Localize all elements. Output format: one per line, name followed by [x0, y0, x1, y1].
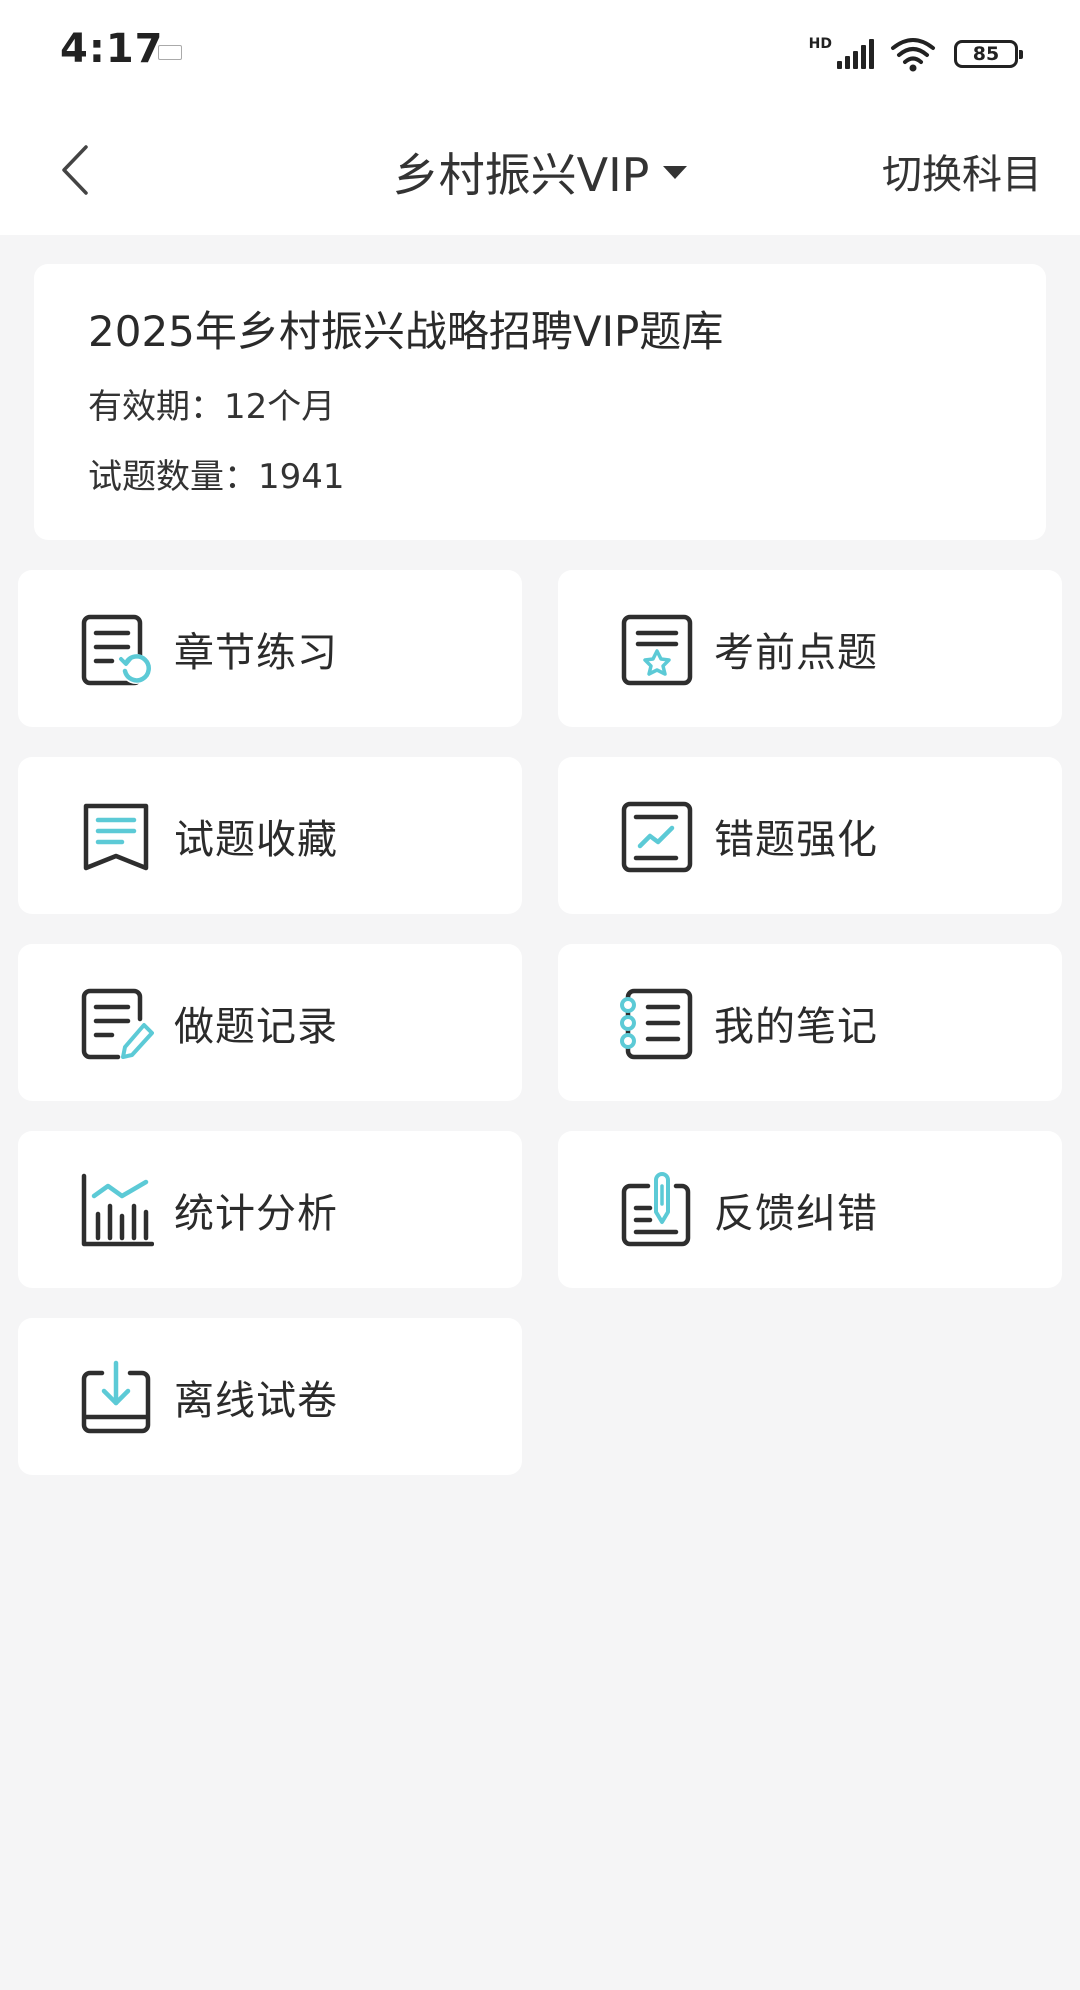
network-type-label: HD [808, 36, 832, 52]
notification-icon [158, 45, 182, 60]
wrong-questions-button[interactable]: 错题强化 [558, 757, 1062, 914]
edit-record-icon [81, 988, 154, 1059]
menu-label: 章节练习 [174, 629, 338, 676]
offline-papers-button[interactable]: 离线试卷 [18, 1318, 522, 1475]
validity-text: 有效期：12个月 [88, 387, 336, 427]
menu-label: 试题收藏 [174, 816, 338, 863]
question-favorites-button[interactable]: 试题收藏 [18, 757, 522, 914]
feedback-pen-icon [621, 1171, 691, 1246]
practice-records-button[interactable]: 做题记录 [18, 944, 522, 1101]
question-bank-title: 2025年乡村振兴战略招聘VIP题库 [88, 307, 724, 356]
notebook-icon [620, 988, 693, 1059]
status-time: 4:17 [60, 26, 164, 72]
menu-label: 考前点题 [714, 629, 878, 676]
menu-label: 错题强化 [714, 816, 878, 863]
question-bank-info-card: 2025年乡村振兴战略招聘VIP题库 有效期：12个月 试题数量：1941 [34, 264, 1046, 540]
status-indicators: HD 85 [808, 34, 1023, 74]
my-notes-button[interactable]: 我的笔记 [558, 944, 1062, 1101]
menu-label: 离线试卷 [174, 1377, 338, 1424]
status-bar: 4:17 HD 85 [0, 0, 1080, 105]
nav-bar: 乡村振兴VIP 切换科目 [0, 105, 1080, 235]
menu-label: 做题记录 [174, 1003, 338, 1050]
bar-chart-icon [81, 1173, 154, 1246]
question-count-text: 试题数量：1941 [88, 457, 345, 497]
wifi-icon [891, 38, 935, 72]
menu-label: 统计分析 [174, 1190, 338, 1237]
chapter-practice-button[interactable]: 章节练习 [18, 570, 522, 727]
menu-label: 我的笔记 [714, 1003, 878, 1050]
statistics-button[interactable]: 统计分析 [18, 1131, 522, 1288]
download-icon [81, 1360, 151, 1433]
page-title: 乡村振兴VIP [392, 148, 650, 202]
chapter-practice-icon [81, 614, 151, 685]
feedback-button[interactable]: 反馈纠错 [558, 1131, 1062, 1288]
menu-label: 反馈纠错 [714, 1190, 878, 1237]
battery-level: 85 [972, 43, 1000, 65]
bookmark-icon [83, 803, 149, 870]
trend-chart-icon [621, 801, 693, 872]
signal-icon [834, 39, 874, 69]
battery-icon: 85 [954, 40, 1023, 68]
pre-exam-star-icon [621, 614, 693, 685]
switch-subject-button[interactable]: 切换科目 [882, 142, 1042, 200]
caret-down-icon [663, 165, 688, 179]
pre-exam-tips-button[interactable]: 考前点题 [558, 570, 1062, 727]
